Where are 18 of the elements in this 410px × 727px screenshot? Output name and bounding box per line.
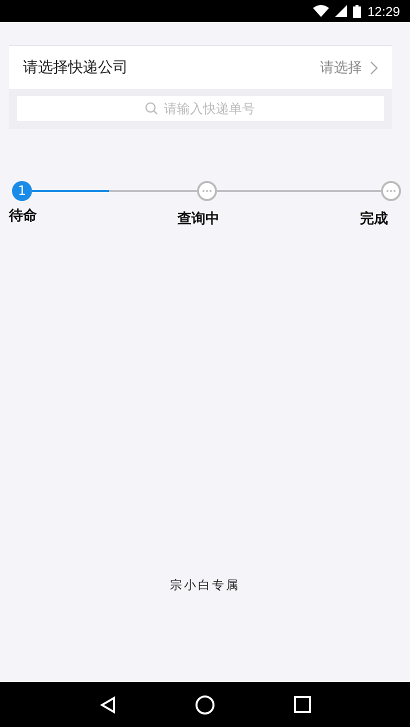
picker-value: 请选择 bbox=[320, 58, 362, 76]
picker-label: 请选择快递公司 bbox=[23, 58, 129, 77]
search-field[interactable]: 请输入快递单号 bbox=[17, 96, 384, 121]
clock-time: 12:29 bbox=[367, 4, 400, 18]
search-icon bbox=[145, 102, 158, 115]
home-icon[interactable] bbox=[195, 694, 216, 714]
footer-text: 宗小白专属 bbox=[169, 577, 241, 594]
signal-icon bbox=[335, 5, 348, 17]
step-label: 待命 bbox=[9, 207, 37, 226]
back-icon[interactable] bbox=[99, 696, 118, 714]
step-label: 查询中 bbox=[178, 210, 220, 228]
battery-icon bbox=[353, 4, 362, 18]
step-number: 1 bbox=[12, 181, 32, 201]
recents-icon[interactable] bbox=[294, 696, 311, 713]
wifi-icon bbox=[313, 5, 330, 17]
company-picker[interactable]: 请选择快递公司 请选择 bbox=[9, 45, 392, 89]
chevron-right-icon bbox=[370, 60, 378, 74]
step-label: 完成 bbox=[360, 210, 388, 228]
